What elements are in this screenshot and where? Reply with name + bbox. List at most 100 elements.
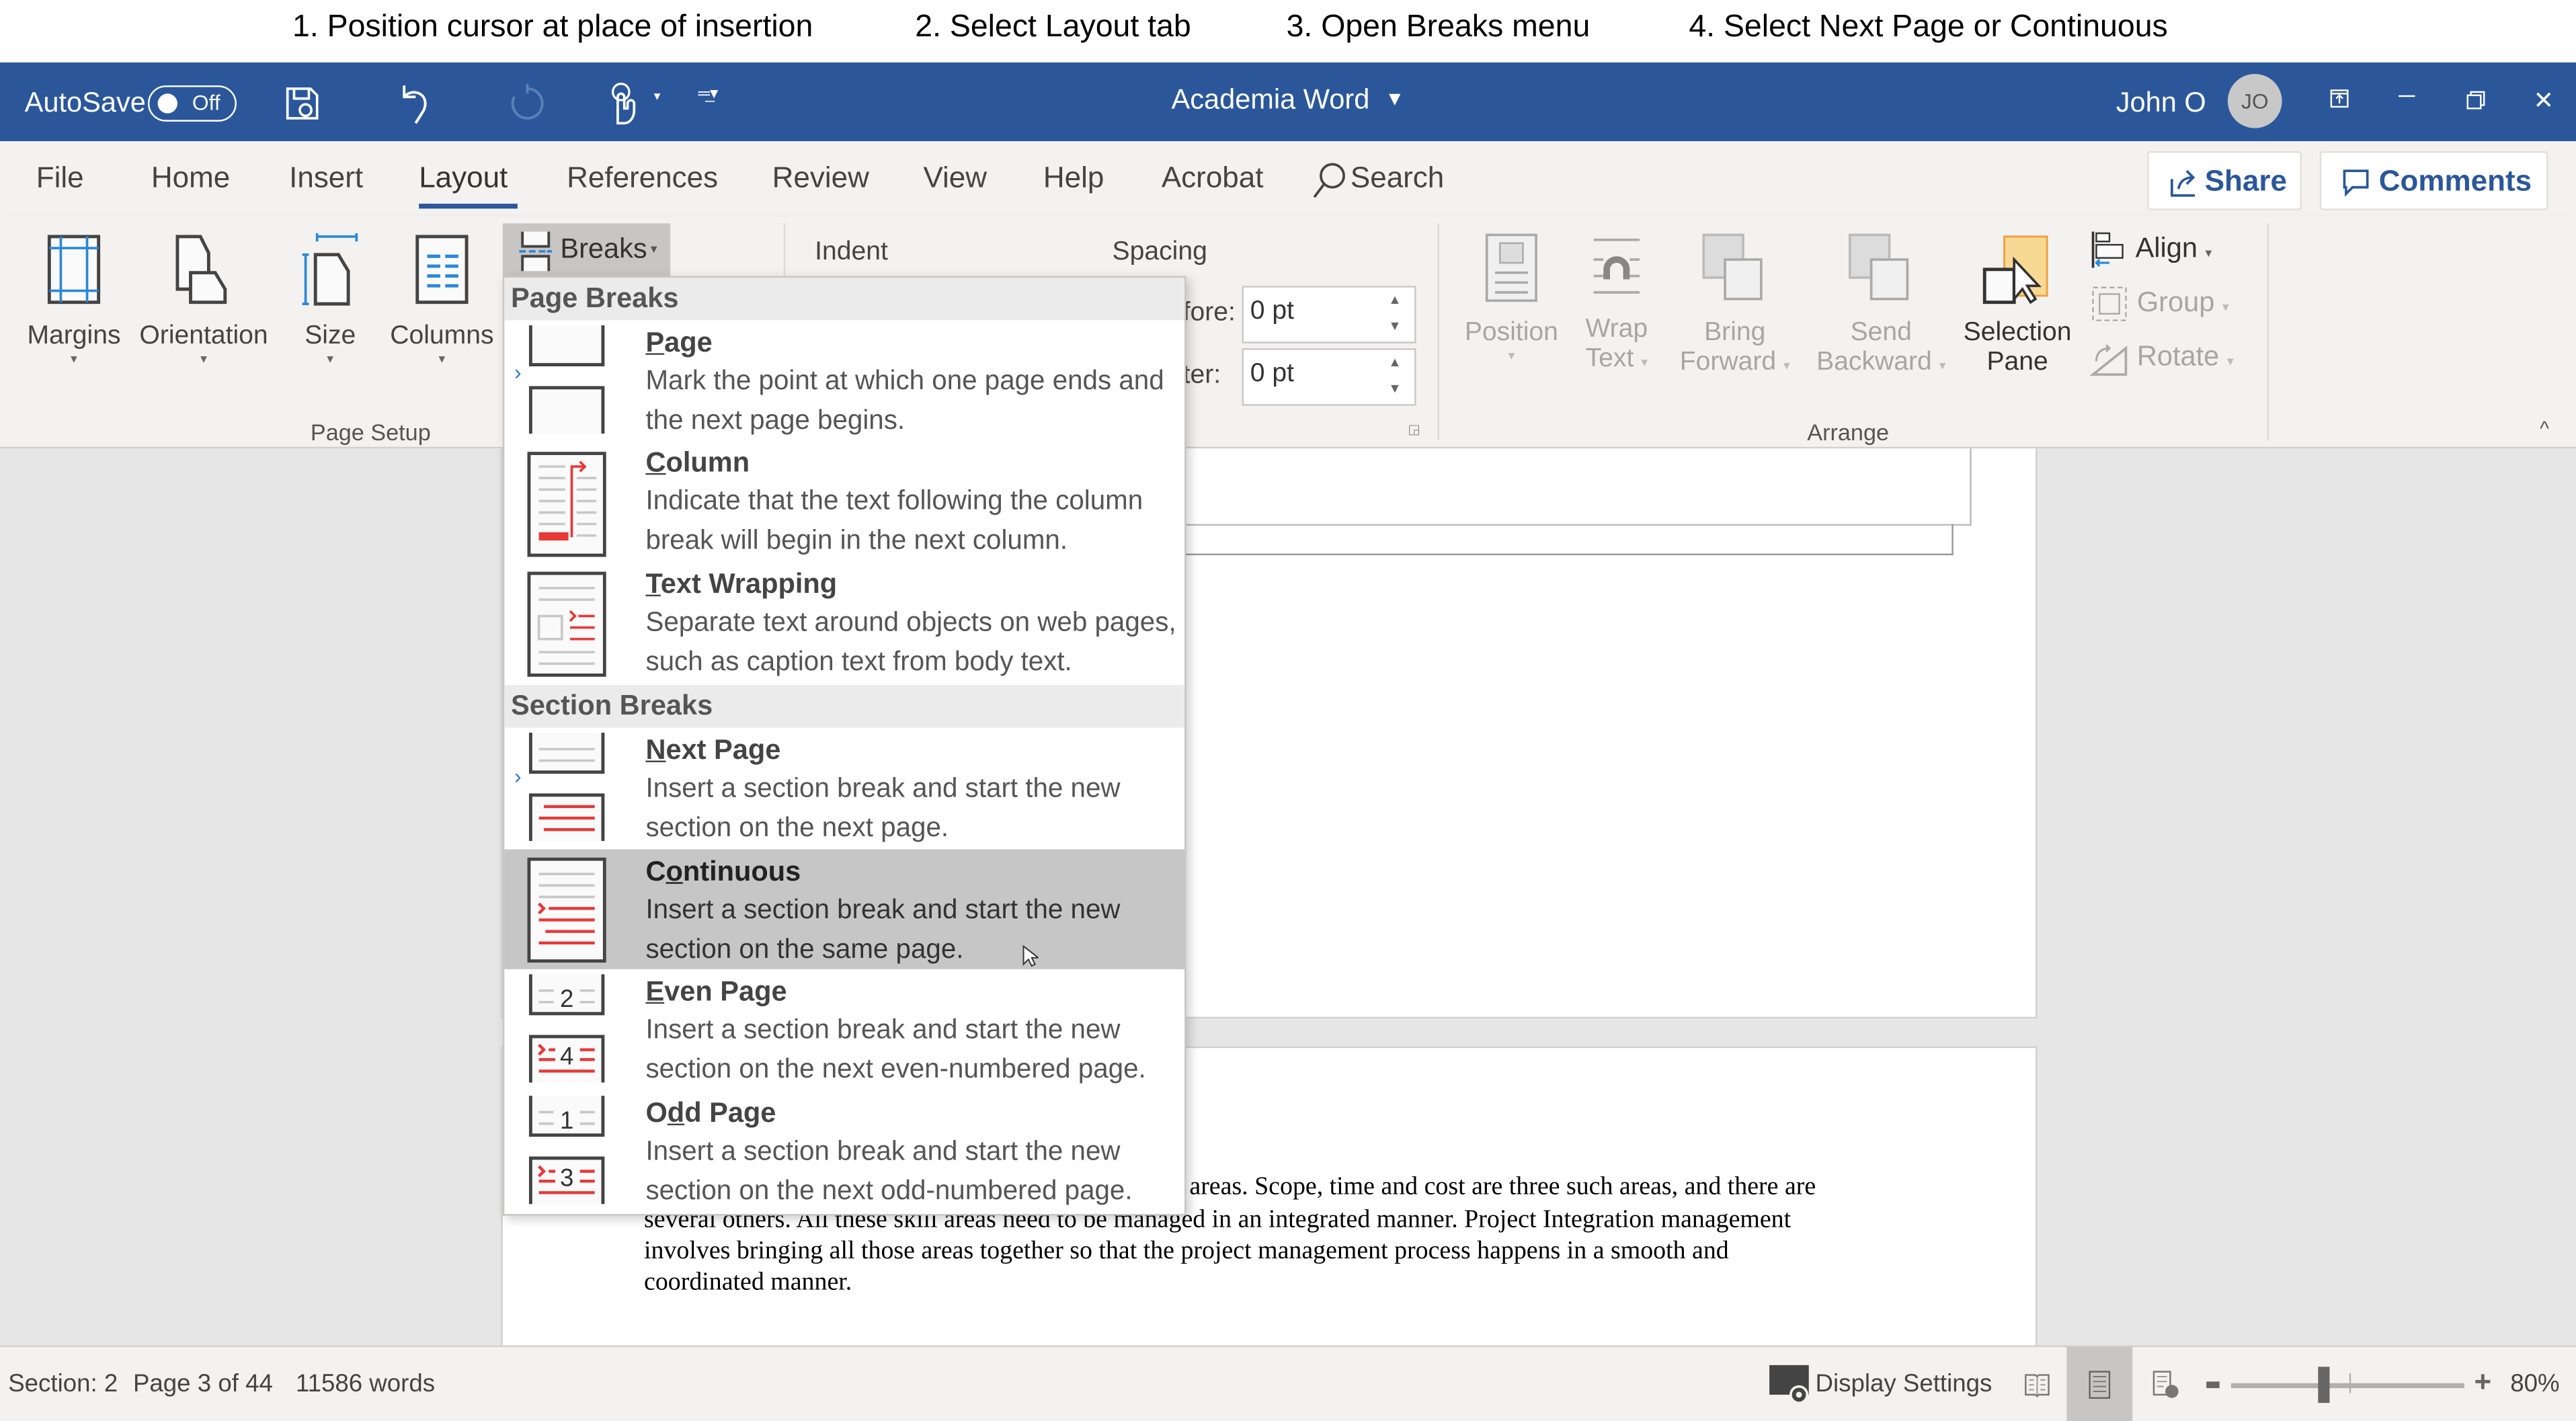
menu-item-text-wrapping-break[interactable]: Text Wrapping Separate text around objec… — [504, 562, 1184, 682]
menu-item-next-page[interactable]: › Next Page Insert a section break and s… — [504, 728, 1184, 848]
zoom-slider-thumb[interactable] — [2317, 1367, 2329, 1404]
web-layout-icon[interactable] — [2152, 1370, 2179, 1399]
title-dropdown-icon[interactable]: ▼ — [1385, 87, 1404, 110]
wrap-text-label-1: Wrap — [1585, 315, 1648, 343]
position-button: Position ▾ — [1459, 233, 1564, 363]
menu-item-title: Text Wrapping — [645, 568, 838, 600]
margins-icon — [47, 235, 101, 304]
user-name[interactable]: John O — [2116, 87, 2206, 120]
accelerator-key: d — [667, 1097, 685, 1129]
menu-item-title: Odd Page — [645, 1097, 776, 1129]
selection-pane-button[interactable]: Selection Pane — [1958, 233, 2077, 378]
zoom-level[interactable]: 80% — [2510, 1370, 2559, 1398]
customize-toolbar-icon[interactable]: ═̲▾ — [698, 85, 719, 104]
svg-text:2: 2 — [560, 985, 573, 1012]
orientation-button[interactable]: Orientation ▾ — [132, 233, 276, 366]
spacing-after-label: ter: — [1182, 361, 1221, 390]
word-count[interactable]: 11586 words — [296, 1370, 435, 1398]
document-canvas[interactable]: ........................................… — [0, 448, 2576, 1362]
touch-mode-icon[interactable] — [604, 81, 644, 126]
align-button[interactable]: Align ▾ — [2090, 230, 2212, 270]
columns-icon — [415, 235, 469, 304]
group-label: Group — [2136, 286, 2215, 318]
tab-file[interactable]: File — [36, 161, 84, 196]
instruction-step-3: 3. Open Breaks menu — [1286, 9, 1591, 44]
menu-item-description: Insert a section break and start the new… — [645, 774, 1121, 842]
margins-button[interactable]: Margins ▾ — [23, 233, 125, 366]
breaks-button[interactable]: Breaks ▾ — [502, 223, 671, 276]
tab-review[interactable]: Review — [772, 161, 869, 196]
print-layout-button[interactable] — [2066, 1346, 2133, 1421]
zoom-out-button[interactable] — [2206, 1381, 2220, 1389]
menu-item-column-break[interactable]: Column Indicate that the text following … — [504, 440, 1184, 560]
margins-label: Margins — [27, 322, 121, 350]
comments-button[interactable]: Comments — [2319, 151, 2548, 210]
rotate-button: Rotate ▾ — [2089, 338, 2234, 378]
menu-item-title: Even Page — [645, 975, 787, 1008]
save-icon[interactable] — [282, 84, 322, 124]
tab-view[interactable]: View — [923, 161, 987, 196]
margins-caret-icon: ▾ — [71, 351, 77, 366]
toggle-knob — [157, 93, 177, 114]
columns-button[interactable]: Columns ▾ — [385, 233, 499, 366]
status-bar: Section: 2 Page 3 of 44 11586 words Disp… — [0, 1345, 2576, 1421]
undo-icon[interactable] — [395, 82, 434, 125]
menu-item-continuous[interactable]: Continuous Insert a section break and st… — [504, 849, 1185, 969]
svg-text:4: 4 — [560, 1043, 573, 1070]
menu-item-odd-page[interactable]: 13 Odd Page Insert a section break and s… — [504, 1091, 1184, 1211]
paragraph-dialog-launcher-icon[interactable]: ◲ — [1408, 422, 1420, 437]
spacing-after-input[interactable]: 0 pt ▲ ▼ — [1242, 348, 1416, 406]
read-mode-icon[interactable] — [2024, 1372, 2050, 1398]
share-button[interactable]: Share — [2147, 151, 2302, 210]
zoom-slider-center-tick — [2349, 1373, 2351, 1393]
tab-help[interactable]: Help — [1043, 161, 1104, 196]
zoom-slider-track[interactable] — [2230, 1383, 2464, 1389]
autosave-toggle[interactable]: Off — [147, 85, 237, 122]
body-text-fragment: areas. Scope, time and cost are three su… — [1189, 1172, 1816, 1201]
collapse-ribbon-icon[interactable]: ^ — [2540, 417, 2549, 440]
spin-down-icon[interactable]: ▼ — [1388, 319, 1401, 333]
tab-references[interactable]: References — [567, 161, 718, 196]
ribbon-display-options-icon[interactable] — [2329, 89, 2349, 108]
position-icon — [1485, 233, 1537, 302]
menu-item-even-page[interactable]: 24 Even Page Insert a section break and … — [504, 969, 1184, 1089]
document-title[interactable]: Academia Word — [1172, 84, 1370, 117]
send-backward-label-1: Send — [1850, 319, 1912, 347]
search-box[interactable]: Search — [1351, 161, 1444, 196]
minimize-icon[interactable] — [2399, 95, 2415, 97]
avatar[interactable]: JO — [2227, 73, 2282, 128]
tab-insert[interactable]: Insert — [289, 161, 363, 196]
spin-up-icon[interactable]: ▲ — [1388, 355, 1401, 370]
tab-acrobat[interactable]: Acrobat — [1162, 161, 1264, 196]
search-icon[interactable] — [1311, 161, 1347, 201]
odd-page-break-icon: 13 — [528, 1096, 605, 1205]
svg-text:3: 3 — [560, 1164, 573, 1191]
active-tab-indicator — [419, 204, 518, 209]
touch-mode-caret-icon[interactable]: ▾ — [654, 89, 661, 104]
spacing-before-input[interactable]: 0 pt ▲ ▼ — [1242, 286, 1416, 343]
menu-item-page-break[interactable]: › Page Mark the point at which one page … — [504, 321, 1184, 440]
spin-up-icon[interactable]: ▲ — [1388, 292, 1401, 307]
bring-forward-icon — [1702, 233, 1763, 300]
bring-forward-label-1: Bring — [1704, 319, 1766, 347]
tab-layout[interactable]: Layout — [419, 161, 508, 196]
display-settings-button[interactable]: Display Settings — [1816, 1370, 1993, 1398]
body-text-line: coordinated manner. — [644, 1268, 852, 1297]
section-breaks-header: Section Breaks — [504, 685, 1185, 728]
spin-down-icon[interactable]: ▼ — [1388, 381, 1401, 396]
display-settings-icon[interactable] — [1768, 1363, 1814, 1406]
menu-item-title: Continuous — [645, 856, 801, 887]
page-indicator[interactable]: Page 3 of 44 — [133, 1370, 273, 1398]
size-button[interactable]: Size ▾ — [289, 233, 371, 366]
restore-icon[interactable] — [2466, 90, 2485, 110]
zoom-in-button[interactable]: + — [2474, 1365, 2492, 1399]
tab-home[interactable]: Home — [151, 161, 230, 196]
columns-label: Columns — [390, 322, 494, 350]
group-icon — [2092, 286, 2127, 321]
section-indicator[interactable]: Section: 2 — [8, 1370, 118, 1398]
close-icon[interactable]: ✕ — [2533, 85, 2554, 116]
group-caret-icon: ▾ — [2222, 299, 2229, 315]
menu-item-description: Insert a section break and start the new… — [645, 1137, 1133, 1205]
page-breaks-header-label: Page Breaks — [511, 282, 679, 314]
menu-item-description: Separate text around objects on web page… — [645, 608, 1176, 676]
